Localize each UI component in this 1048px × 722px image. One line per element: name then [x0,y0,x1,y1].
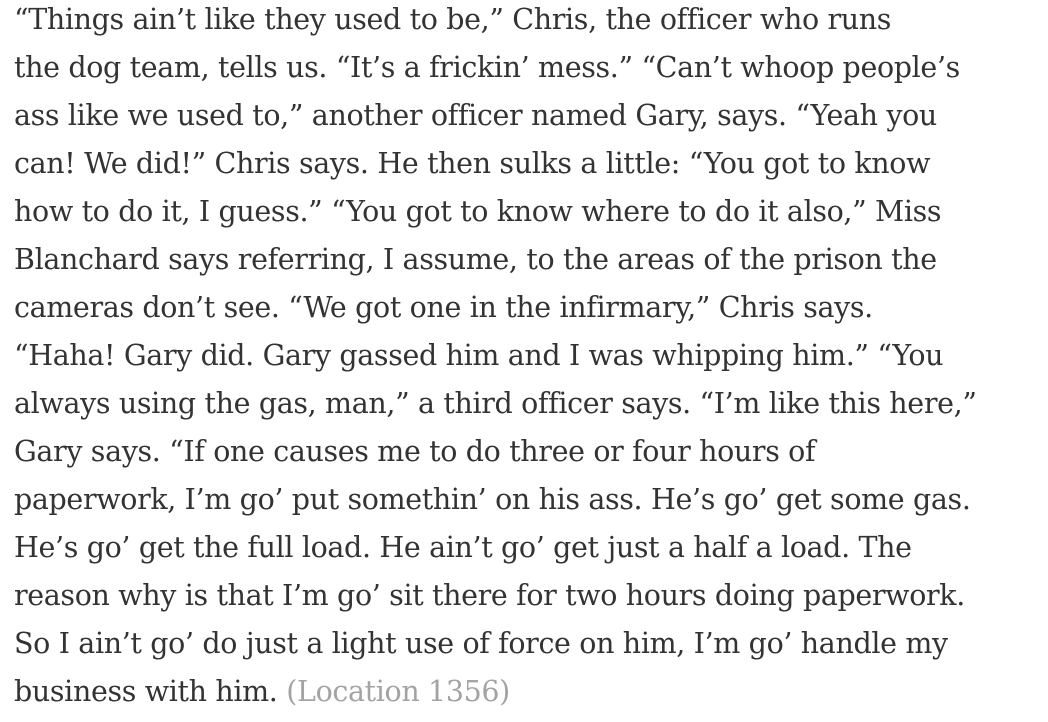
passage-line: the dog team, tells us. “It’s a frickin’… [14,51,960,84]
passage-last-line: business with him. (Location 1356) [14,668,1044,716]
location-reference[interactable]: (Location 1356) [286,675,510,708]
highlighted-passage: “Things ain’t like they used to be,” Chr… [14,0,1044,716]
passage-line: reason why is that I’m go’ sit there for… [14,579,965,612]
passage-line-text: business with him. [14,675,278,708]
passage-line: always using the gas, man,” a third offi… [14,387,977,420]
passage-line: Gary says. “If one causes me to do three… [14,435,816,468]
passage-line: how to do it, I guess.” “You got to know… [14,195,942,228]
passage-line: cameras don’t see. “We got one in the in… [14,291,873,324]
passage-line: He’s go’ get the full load. He ain’t go’… [14,531,912,564]
passage-line: So I ain’t go’ do just a light use of fo… [14,627,948,660]
book-page: “Things ain’t like they used to be,” Chr… [14,0,1044,722]
passage-line: paperwork, I’m go’ put somethin’ on his … [14,483,971,516]
passage-line: can! We did!” Chris says. He then sulks … [14,147,931,180]
passage-line: “Haha! Gary did. Gary gassed him and I w… [14,339,944,372]
passage-line: “Things ain’t like they used to be,” Chr… [14,3,892,36]
passage-line: ass like we used to,” another officer na… [14,99,937,132]
passage-line: Blanchard says referring, I assume, to t… [14,243,937,276]
